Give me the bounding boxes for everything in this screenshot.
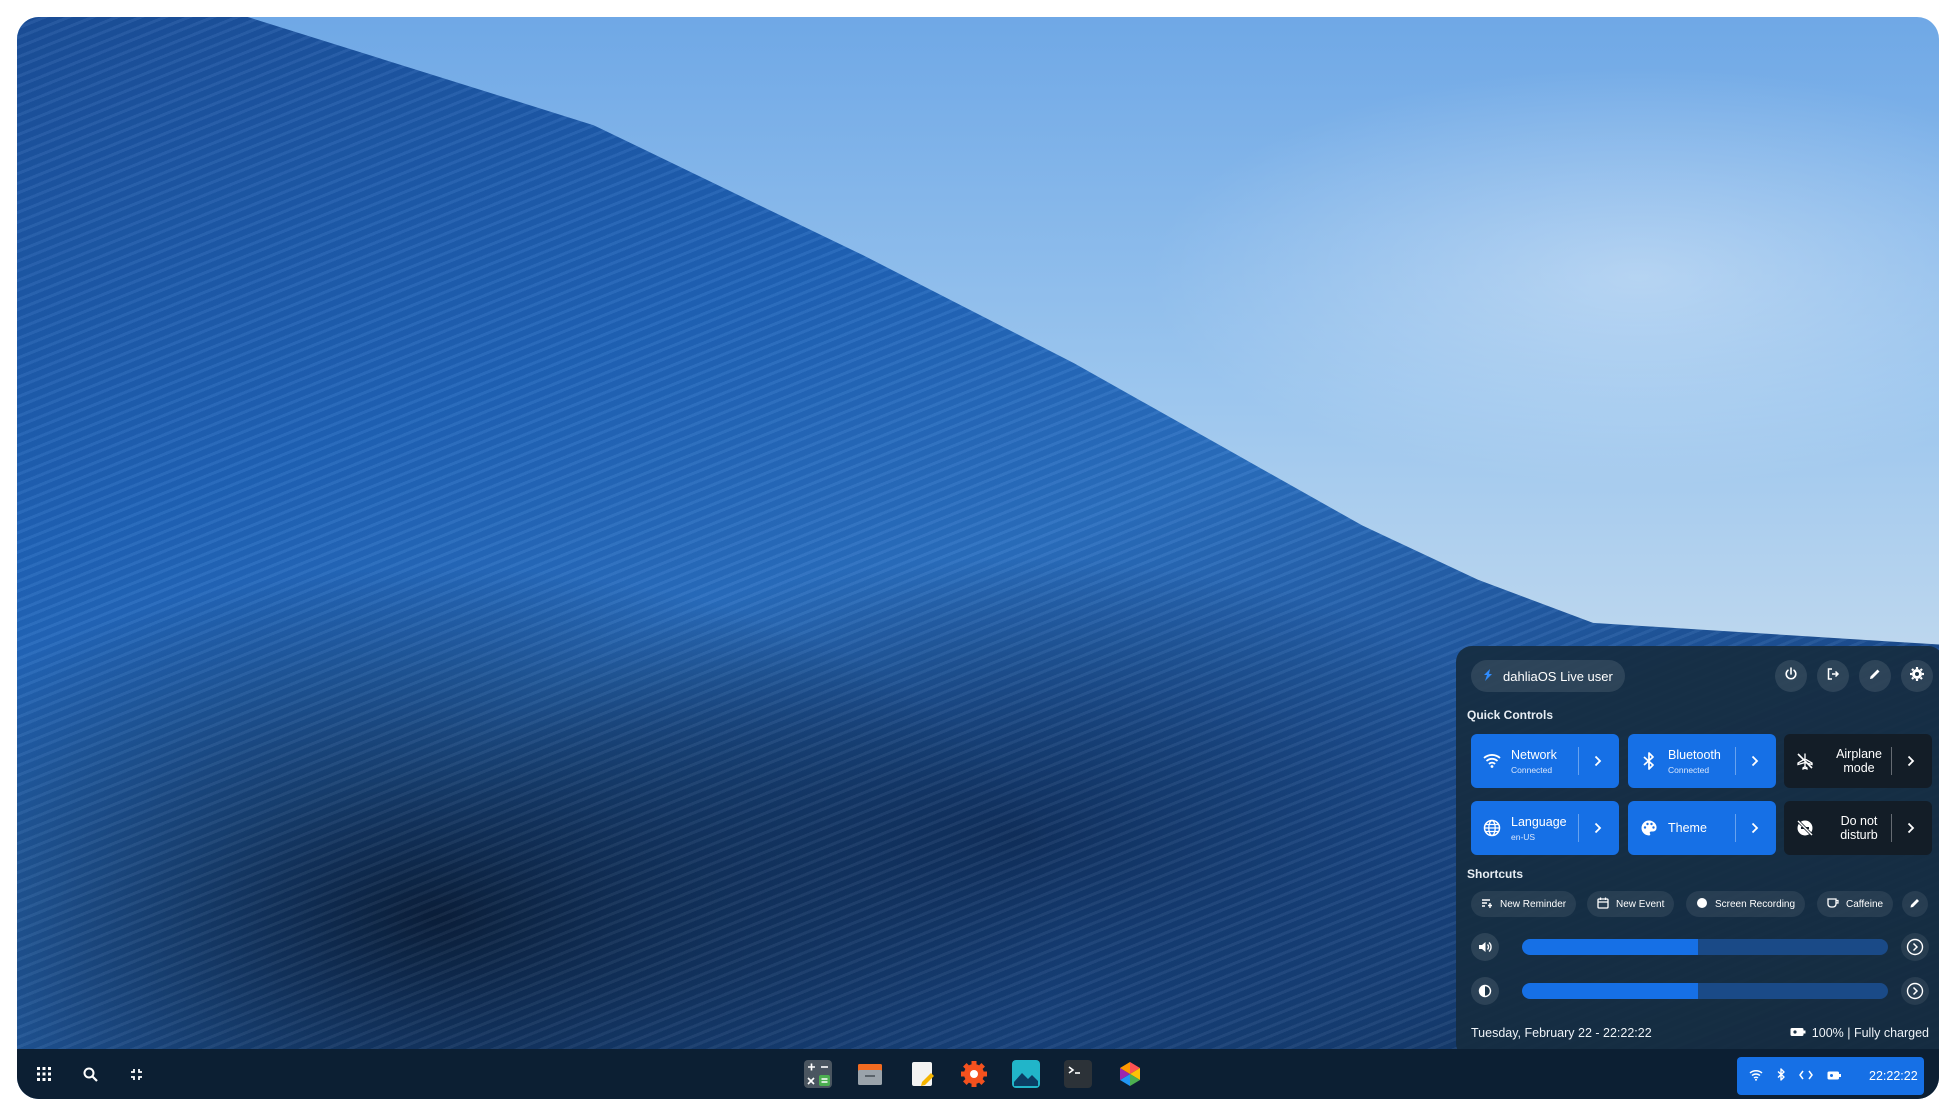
volume-slider[interactable] — [1522, 939, 1888, 955]
brightness-icon[interactable] — [1471, 977, 1499, 1005]
bluetooth-status: Connected — [1668, 764, 1710, 775]
logout-button[interactable] — [1817, 660, 1849, 692]
theme-tile[interactable]: Theme — [1628, 801, 1776, 855]
gear-icon — [1909, 666, 1925, 687]
system-tray[interactable]: 22:22:22 — [1737, 1057, 1924, 1095]
new-event-chip[interactable]: New Event — [1587, 891, 1675, 917]
airplane-mode-tile[interactable]: Airplane mode — [1784, 734, 1932, 788]
volume-expand-button[interactable] — [1901, 933, 1929, 961]
panel-footer: Tuesday, February 22 - 22:22:22 100% | F… — [1471, 1026, 1929, 1040]
network-label: Network — [1511, 747, 1557, 762]
coffee-icon — [1827, 897, 1839, 912]
tile-divider — [1735, 747, 1736, 775]
dahlia-logo-icon — [1481, 668, 1495, 685]
photos-app-icon[interactable] — [1012, 1060, 1040, 1088]
compress-icon[interactable] — [123, 1061, 149, 1087]
files-app-icon[interactable] — [856, 1060, 884, 1088]
chevron-right-icon[interactable] — [1904, 753, 1918, 769]
network-tile[interactable]: Network Connected — [1471, 734, 1619, 788]
code-icon — [1799, 1069, 1813, 1083]
bluetooth-label: Bluetooth — [1668, 747, 1721, 762]
bluetooth-tile[interactable]: Bluetooth Connected — [1628, 734, 1776, 788]
language-tile[interactable]: Language en-US — [1471, 801, 1619, 855]
tile-divider — [1735, 814, 1736, 842]
search-icon[interactable] — [77, 1061, 103, 1087]
user-chip[interactable]: dahliaOS Live user — [1471, 660, 1625, 692]
tile-divider — [1891, 747, 1892, 775]
language-label: Language — [1511, 814, 1567, 829]
screen-recording-label: Screen Recording — [1715, 898, 1796, 910]
new-reminder-chip[interactable]: New Reminder — [1471, 891, 1577, 917]
battery-status[interactable]: 100% | Fully charged — [1790, 1026, 1929, 1040]
pencil-icon — [1909, 897, 1921, 912]
theme-label: Theme — [1668, 821, 1707, 835]
do-not-disturb-label: Do not disturb — [1840, 814, 1878, 842]
shortcuts-title: Shortcuts — [1467, 867, 1524, 881]
chevron-right-icon[interactable] — [1591, 820, 1605, 836]
pencil-icon — [1868, 667, 1882, 686]
app-dock — [804, 1060, 1144, 1088]
globe-icon — [1483, 819, 1501, 837]
power-button[interactable] — [1775, 660, 1807, 692]
volume-slider-fill — [1522, 939, 1698, 955]
airplane-mode-label: Airplane mode — [1836, 747, 1882, 775]
brightness-slider-fill — [1522, 983, 1698, 999]
chevron-right-icon[interactable] — [1904, 820, 1918, 836]
palette-icon — [1640, 819, 1658, 837]
volume-slider-row — [1471, 933, 1929, 961]
wifi-icon — [1483, 752, 1501, 770]
battery-label: 100% | Fully charged — [1811, 1026, 1929, 1040]
taskbar: 22:22:22 — [17, 1049, 1939, 1099]
chevron-right-icon[interactable] — [1748, 820, 1762, 836]
notes-app-icon[interactable] — [908, 1060, 936, 1088]
caffeine-label: Caffeine — [1846, 898, 1884, 910]
battery-icon — [1790, 1026, 1806, 1040]
reminder-icon — [1481, 897, 1493, 912]
terminal-app-icon[interactable] — [1064, 1060, 1092, 1088]
user-name: dahliaOS Live user — [1503, 668, 1613, 684]
settings-button[interactable] — [1901, 660, 1933, 692]
brightness-expand-button[interactable] — [1901, 977, 1929, 1005]
new-reminder-label: New Reminder — [1500, 898, 1567, 910]
settings-app-icon[interactable] — [960, 1060, 988, 1088]
calculator-app-icon[interactable] — [804, 1060, 832, 1088]
screen-recording-chip[interactable]: Screen Recording — [1686, 891, 1806, 917]
tile-divider — [1578, 747, 1579, 775]
brightness-slider-row — [1471, 977, 1929, 1005]
date-time: Tuesday, February 22 - 22:22:22 — [1471, 1026, 1652, 1040]
battery-icon — [1827, 1069, 1841, 1083]
airplane-off-icon — [1796, 752, 1814, 770]
brightness-slider[interactable] — [1522, 983, 1888, 999]
edit-shortcuts-button[interactable] — [1902, 891, 1928, 917]
network-status: Connected — [1511, 764, 1553, 775]
volume-icon[interactable] — [1471, 933, 1499, 961]
wifi-icon — [1749, 1069, 1763, 1084]
tile-divider — [1891, 814, 1892, 842]
power-icon — [1784, 666, 1798, 686]
quick-settings-panel: dahliaOS Live user Quick Controls Networ… — [1456, 646, 1939, 1059]
chevron-right-icon[interactable] — [1591, 753, 1605, 769]
store-app-icon[interactable] — [1116, 1060, 1144, 1088]
new-event-label: New Event — [1616, 898, 1665, 910]
quick-controls-title: Quick Controls — [1467, 708, 1554, 722]
tray-clock: 22:22:22 — [1869, 1069, 1918, 1083]
do-not-disturb-tile[interactable]: Do not disturb — [1784, 801, 1932, 855]
calendar-icon — [1597, 897, 1609, 912]
bluetooth-icon — [1777, 1068, 1785, 1084]
desktop: dahliaOS Live user Quick Controls Networ… — [17, 17, 1939, 1099]
bluetooth-icon — [1640, 752, 1658, 770]
dnd-off-icon — [1796, 819, 1814, 837]
logout-icon — [1826, 667, 1840, 686]
edit-button[interactable] — [1859, 660, 1891, 692]
app-grid-icon[interactable] — [31, 1061, 57, 1087]
chevron-right-icon[interactable] — [1748, 753, 1762, 769]
language-value: en-US — [1511, 831, 1536, 842]
record-icon — [1696, 897, 1708, 912]
caffeine-chip[interactable]: Caffeine — [1817, 891, 1894, 917]
tile-divider — [1578, 814, 1579, 842]
